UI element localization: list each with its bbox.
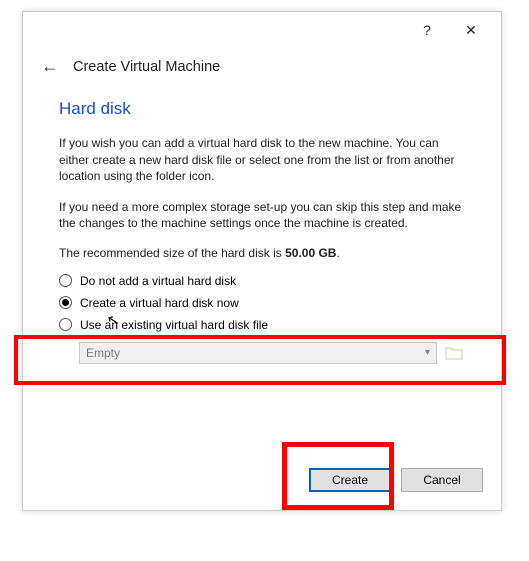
dialog-content: Hard disk If you wish you can add a virt… [23,91,501,454]
description-para-1: If you wish you can add a virtual hard d… [59,135,465,185]
help-button[interactable]: ? [405,15,449,45]
option-create-disk[interactable]: Create a virtual hard disk now [59,296,465,310]
description-para-2: If you need a more complex storage set-u… [59,199,465,232]
folder-icon [445,345,463,361]
option-label: Create a virtual hard disk now [80,296,239,310]
radio-icon [59,318,72,331]
back-button[interactable]: ← [41,56,59,77]
disk-file-select: Empty ▾ [79,342,437,364]
cancel-button[interactable]: Cancel [401,468,483,492]
close-button[interactable]: ✕ [449,15,493,45]
dialog-header: ← Create Virtual Machine [23,48,501,91]
button-label: Cancel [423,473,460,487]
recommended-size-text: The recommended size of the hard disk is… [59,246,465,260]
radio-icon [59,274,72,287]
dialog-title: Create Virtual Machine [73,59,220,75]
option-no-disk[interactable]: Do not add a virtual hard disk [59,274,465,288]
dialog-footer: Create Cancel [23,454,501,510]
help-icon: ? [423,22,431,38]
browse-folder-button [443,342,465,364]
radio-icon [59,296,72,309]
close-icon: ✕ [465,22,477,39]
option-label: Use an existing virtual hard disk file [80,318,268,332]
titlebar: ? ✕ [23,12,501,48]
recommended-size-value: 50.00 GB [285,246,336,260]
hard-disk-options: Do not add a virtual hard disk Create a … [59,274,465,332]
button-label: Create [332,473,368,487]
option-label: Do not add a virtual hard disk [80,274,236,288]
existing-disk-file-row: Empty ▾ [59,342,465,364]
chevron-down-icon: ▾ [425,347,430,358]
create-button[interactable]: Create [309,468,391,492]
create-vm-dialog: ? ✕ ← Create Virtual Machine Hard disk I… [22,11,502,511]
disk-file-value: Empty [86,346,120,360]
section-heading: Hard disk [59,99,465,119]
option-existing-disk[interactable]: Use an existing virtual hard disk file [59,318,465,332]
